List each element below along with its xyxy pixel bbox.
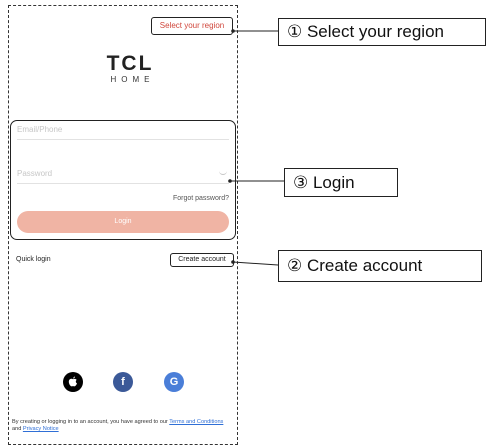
callout-login: ③ Login [284,168,398,197]
callout-create-account: ② Create account [278,250,482,282]
create-connector-dot [231,260,235,264]
callout-select-region: ① Select your region [278,18,486,46]
login-connector-dot [228,179,232,183]
callout-connectors [228,29,284,266]
create-connector [232,261,279,266]
region-connector-dot [231,29,235,33]
